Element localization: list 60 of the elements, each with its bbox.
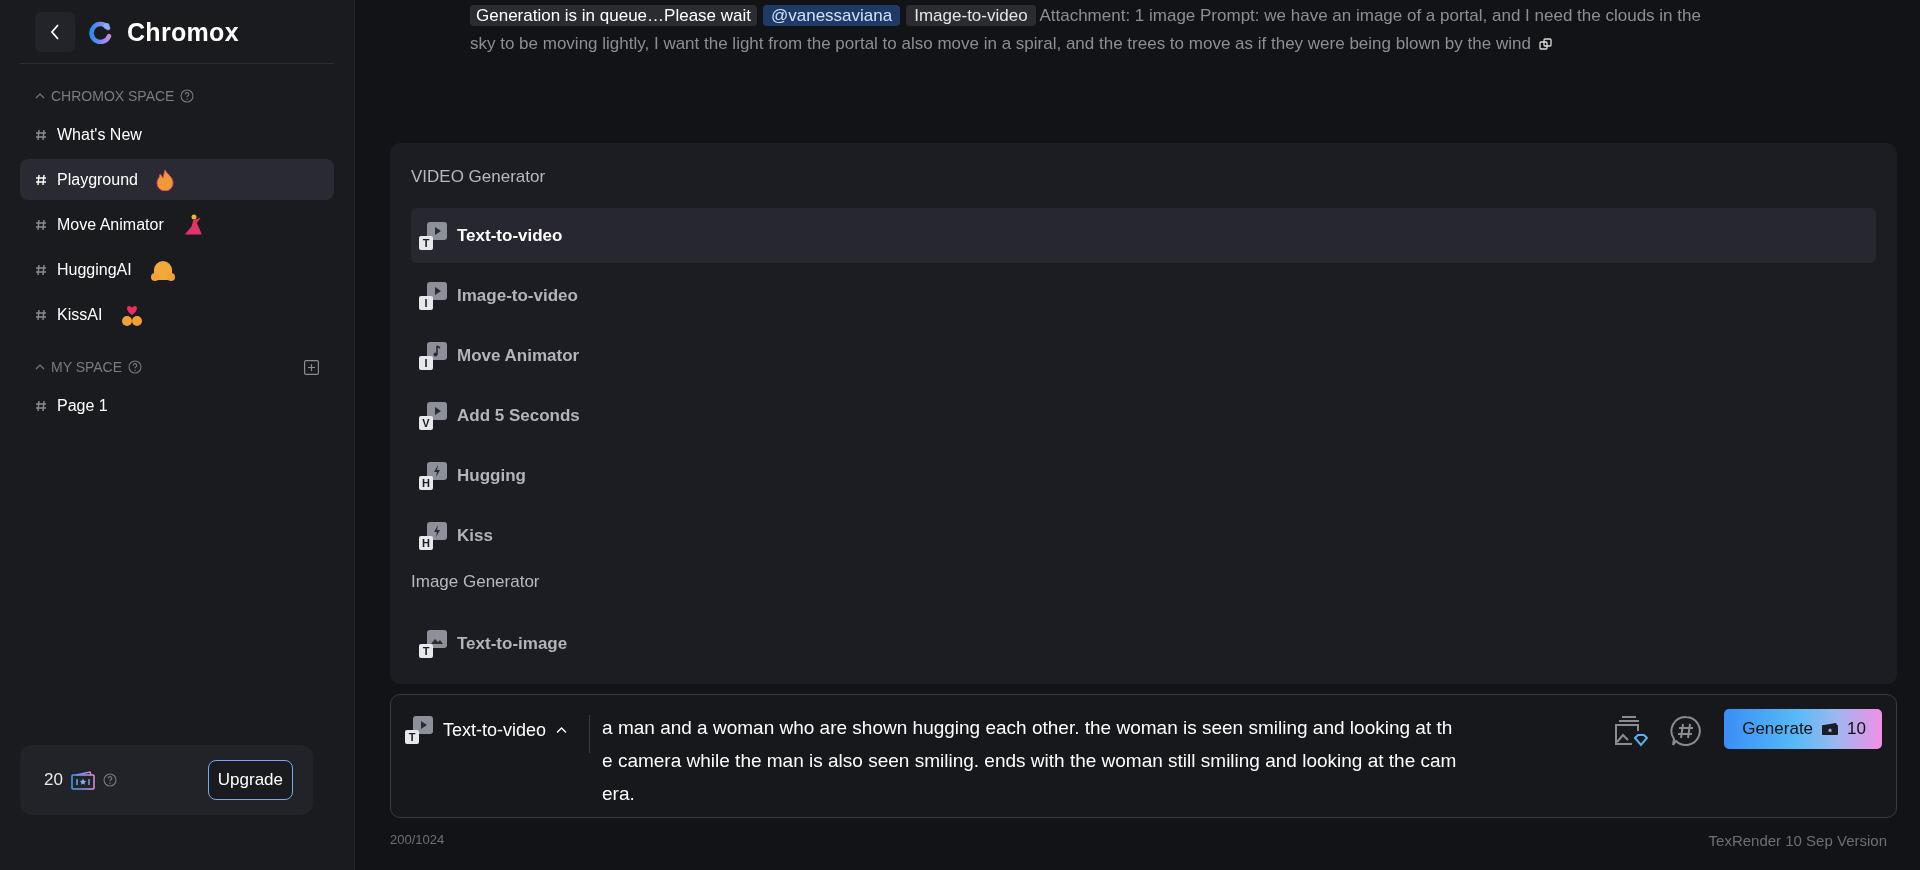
mode-selector[interactable]: T Text-to-video (405, 715, 568, 745)
sidebar-item[interactable]: Playground (20, 159, 334, 200)
letter-badge: H (419, 475, 433, 490)
copy-icon[interactable] (1538, 38, 1552, 51)
back-button[interactable] (35, 12, 75, 52)
chevron-left-icon (50, 24, 60, 40)
upgrade-button[interactable]: Upgrade (207, 760, 293, 800)
letter-badge: I (419, 295, 433, 310)
caret-icon[interactable] (35, 92, 45, 100)
sidebar-item[interactable]: Move Animator (20, 204, 334, 245)
play-icon (427, 281, 447, 302)
sidebar-item[interactable]: Page 1 (20, 385, 334, 426)
add-icon[interactable] (304, 359, 319, 375)
section-title: MY SPACE (51, 359, 123, 375)
sidebar-item[interactable]: What's New (20, 114, 334, 155)
menu-item[interactable]: I Move Animator (411, 328, 1876, 383)
mention-chip: @vanessaviana (763, 5, 901, 26)
generate-button[interactable]: Generate 10 (1724, 709, 1882, 749)
letter-badge: T (419, 643, 433, 658)
section-title: CHROMOX SPACE (51, 88, 175, 104)
version-label: TexRender 10 Sep Version (1708, 832, 1888, 851)
menu-item[interactable]: I Image-to-video (411, 268, 1876, 323)
letter-badge: T (419, 235, 433, 250)
help-icon[interactable] (180, 89, 195, 103)
menu-item[interactable]: H Hugging (411, 448, 1876, 503)
hash-icon (35, 128, 47, 141)
caret-icon[interactable] (35, 363, 45, 371)
help-icon[interactable] (128, 360, 143, 374)
logo-icon (89, 20, 113, 44)
menu-item[interactable]: T Text-to-image (411, 616, 1876, 671)
tag-chip: Image-to-video (906, 5, 1036, 26)
letter-badge: H (419, 535, 433, 550)
hash-icon (35, 263, 47, 276)
menu-item[interactable]: H Kiss (411, 508, 1876, 563)
hash-icon (35, 218, 47, 231)
help-icon[interactable] (102, 773, 117, 787)
group-title: VIDEO Generator (411, 167, 547, 188)
menu-item[interactable]: V Add 5 Seconds (411, 388, 1876, 443)
image-gem-icon[interactable] (1614, 715, 1649, 747)
sidebar-item[interactable]: KissAI (20, 294, 334, 335)
group-title: Image Generator (411, 571, 541, 593)
ticket-icon (70, 770, 95, 790)
menu-item[interactable]: T Text-to-video (411, 208, 1876, 263)
letter-badge: T (405, 730, 419, 744)
message-text: Generation is in queue…Please wait @vanessaviana Image-to-video Attachment: 1 image Prompt: we have an image of a portal, and I need the clouds in the sky to be moving lightly, I want the light from the portal to also move in a spiral, and the trees to move as if they were being blown by the wind (470, 4, 1702, 55)
letter-badge: V (419, 415, 433, 430)
hash-icon (35, 399, 47, 412)
prompt-input[interactable]: a man and a woman who are shown hugging each other. the woman is seen smiling and looking at the camera while the man is also seen smiling. ends with the woman still smiling and looking at the camera. (602, 711, 1463, 810)
hash-icon (35, 173, 47, 186)
brand-name: Chromox (127, 17, 239, 47)
status-chip: Generation is in queue…Please wait (470, 5, 757, 26)
ticket-icon (1821, 722, 1840, 736)
credit-count: 20 (44, 770, 63, 790)
music-note-icon (427, 341, 447, 362)
hash-icon (35, 308, 47, 321)
sidebar-item[interactable]: HuggingAI (20, 249, 334, 290)
letter-badge: I (419, 355, 433, 370)
fire-icon (155, 168, 174, 191)
character-counter: 200/1024 (390, 832, 445, 849)
hashtag-chat-icon[interactable] (1670, 715, 1703, 747)
